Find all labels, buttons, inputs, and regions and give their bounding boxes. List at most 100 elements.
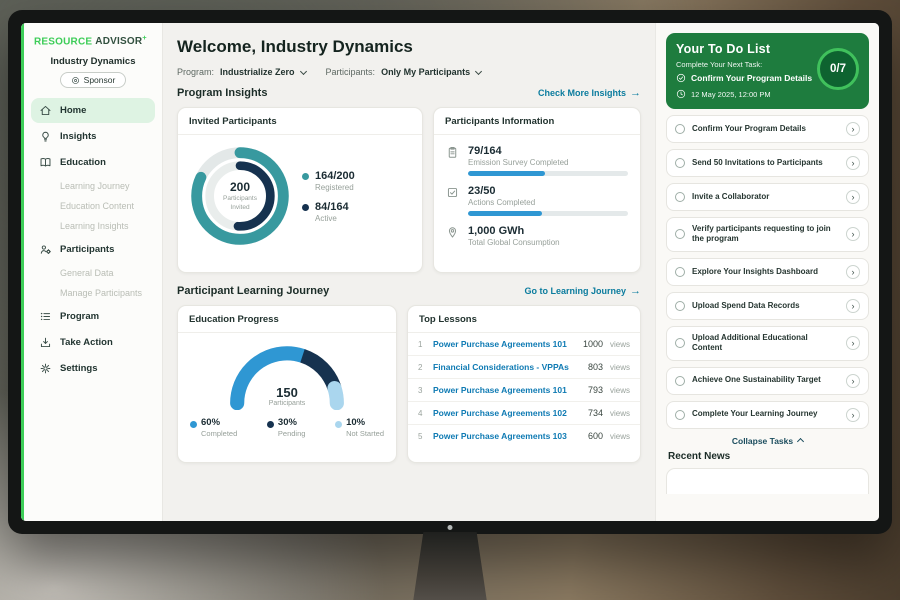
task-checkbox[interactable] bbox=[675, 192, 685, 202]
chevron-right-icon[interactable]: › bbox=[846, 227, 860, 241]
card-title: Top Lessons bbox=[408, 306, 640, 333]
lesson-views-label: views bbox=[610, 340, 630, 349]
section-title-learning-journey: Participant Learning Journey bbox=[177, 285, 329, 297]
progress-fill bbox=[468, 211, 542, 216]
task-item-upload-spend-data[interactable]: Upload Spend Data Records › bbox=[666, 292, 869, 320]
task-item-upload-educational-content[interactable]: Upload Additional Educational Content › bbox=[666, 326, 869, 361]
sidebar-item-general-data[interactable]: General Data bbox=[31, 263, 155, 283]
task-checkbox[interactable] bbox=[675, 124, 685, 134]
chevron-right-icon[interactable]: › bbox=[846, 336, 860, 350]
sidebar-item-home[interactable]: Home bbox=[31, 98, 155, 123]
participants-select[interactable]: Only My Participants bbox=[381, 67, 481, 77]
sidebar-item-settings[interactable]: Settings bbox=[31, 356, 155, 381]
gauge-center-label: Participants bbox=[222, 400, 352, 407]
arrow-right-icon: → bbox=[630, 285, 641, 297]
card-title: Education Progress bbox=[178, 306, 396, 333]
download-tray-icon bbox=[39, 336, 52, 349]
sidebar-item-take-action[interactable]: Take Action bbox=[31, 330, 155, 355]
legend-dot-registered bbox=[302, 173, 309, 180]
program-insights-cards: Invited Participants 200 Partic bbox=[177, 107, 641, 273]
learning-journey-cards: Education Progress 150 Participants bbox=[177, 305, 641, 463]
registered-label: Registered bbox=[315, 183, 355, 192]
progress-track bbox=[468, 171, 628, 176]
sidebar-item-manage-participants[interactable]: Manage Participants bbox=[31, 283, 155, 303]
survey-icon bbox=[446, 145, 459, 176]
chevron-right-icon[interactable]: › bbox=[846, 265, 860, 279]
sidebar-item-program[interactable]: Program bbox=[31, 304, 155, 329]
logo-advisor: ADVISOR bbox=[95, 36, 142, 47]
legend-value: 60% bbox=[201, 417, 220, 428]
lesson-rank: 4 bbox=[418, 409, 426, 418]
participants-information-card: Participants Information 79/164 Emission… bbox=[433, 107, 641, 273]
gauge-legend: 60% Completed 30% Pending 10% Not Starte… bbox=[178, 410, 396, 438]
lesson-link[interactable]: Power Purchase Agreements 102 bbox=[433, 408, 581, 418]
chevron-right-icon[interactable]: › bbox=[846, 156, 860, 170]
sponsor-badge[interactable]: Sponsor bbox=[60, 72, 127, 88]
sidebar-item-label: Program bbox=[60, 311, 99, 322]
task-label: Verify participants requesting to join t… bbox=[692, 224, 839, 245]
card-title: Invited Participants bbox=[178, 108, 422, 135]
lessons-list: 1 Power Purchase Agreements 101 1000 vie… bbox=[408, 333, 640, 447]
go-to-learning-journey-link[interactable]: Go to Learning Journey → bbox=[524, 285, 641, 297]
sidebar-item-education[interactable]: Education bbox=[31, 150, 155, 175]
link-label: Go to Learning Journey bbox=[524, 286, 626, 296]
sidebar-item-education-content[interactable]: Education Content bbox=[31, 196, 155, 216]
program-filter-label: Program: bbox=[177, 67, 214, 77]
check-more-insights-link[interactable]: Check More Insights → bbox=[538, 87, 641, 99]
sidebar-item-participants[interactable]: Participants bbox=[31, 237, 155, 262]
program-select[interactable]: Industrialize Zero bbox=[220, 67, 306, 77]
task-item-invite-collaborator[interactable]: Invite a Collaborator › bbox=[666, 183, 869, 211]
task-item-send-invitations[interactable]: Send 50 Invitations to Participants › bbox=[666, 149, 869, 177]
lesson-views-label: views bbox=[610, 432, 630, 441]
chevron-right-icon[interactable]: › bbox=[846, 299, 860, 313]
lesson-link[interactable]: Power Purchase Agreements 101 bbox=[433, 339, 576, 349]
task-item-achieve-target[interactable]: Achieve One Sustainability Target › bbox=[666, 367, 869, 395]
lesson-row: 2 Financial Considerations - VPPAs 803 v… bbox=[408, 356, 640, 379]
logo-plus: + bbox=[142, 33, 147, 42]
app-logo: RESOURCEADVISOR+ bbox=[31, 33, 155, 47]
recent-news-card bbox=[666, 468, 869, 494]
sidebar-item-insights[interactable]: Insights bbox=[31, 124, 155, 149]
sidebar-item-learning-journey[interactable]: Learning Journey bbox=[31, 176, 155, 196]
legend-not-started: 10% Not Started bbox=[335, 417, 384, 438]
chevron-right-icon[interactable]: › bbox=[846, 408, 860, 422]
task-checkbox[interactable] bbox=[675, 338, 685, 348]
task-label: Achieve One Sustainability Target bbox=[692, 375, 839, 385]
sidebar-item-label: Insights bbox=[60, 131, 96, 142]
participants-filter-label: Participants: bbox=[326, 67, 376, 77]
chevron-right-icon[interactable]: › bbox=[846, 122, 860, 136]
task-checkbox[interactable] bbox=[675, 376, 685, 386]
task-item-verify-participants[interactable]: Verify participants requesting to join t… bbox=[666, 217, 869, 252]
task-checkbox[interactable] bbox=[675, 267, 685, 277]
todo-next-task-label: Confirm Your Program Details bbox=[691, 73, 812, 83]
location-pin-icon bbox=[446, 225, 459, 251]
task-checkbox[interactable] bbox=[675, 301, 685, 311]
donut-center-value: 200 bbox=[230, 180, 250, 194]
sidebar-item-learning-insights[interactable]: Learning Insights bbox=[31, 216, 155, 236]
task-checkbox[interactable] bbox=[675, 410, 685, 420]
list-icon bbox=[39, 310, 52, 323]
education-progress-card: Education Progress 150 Participants bbox=[177, 305, 397, 463]
task-item-explore-insights[interactable]: Explore Your Insights Dashboard › bbox=[666, 258, 869, 286]
lesson-link[interactable]: Power Purchase Agreements 101 bbox=[433, 385, 581, 395]
collapse-tasks-link[interactable]: Collapse Tasks bbox=[666, 436, 869, 446]
todo-progress-value: 0/7 bbox=[830, 63, 846, 75]
chevron-right-icon[interactable]: › bbox=[846, 190, 860, 204]
filters-bar: Program: Industrialize Zero Participants… bbox=[177, 67, 641, 77]
bulb-icon bbox=[39, 130, 52, 143]
lesson-link[interactable]: Financial Considerations - VPPAs bbox=[433, 362, 581, 372]
chevron-right-icon[interactable]: › bbox=[846, 374, 860, 388]
task-checkbox[interactable] bbox=[675, 158, 685, 168]
task-item-complete-learning-journey[interactable]: Complete Your Learning Journey › bbox=[666, 401, 869, 429]
lesson-rank: 2 bbox=[418, 363, 426, 372]
task-checkbox[interactable] bbox=[675, 229, 685, 239]
todo-progress-ring: 0/7 bbox=[817, 48, 859, 90]
check-circle-icon bbox=[676, 73, 686, 83]
task-label: Complete Your Learning Journey bbox=[692, 409, 839, 419]
lesson-link[interactable]: Power Purchase Agreements 103 bbox=[433, 431, 581, 441]
task-item-confirm-program[interactable]: Confirm Your Program Details › bbox=[666, 115, 869, 143]
sponsor-icon bbox=[71, 76, 80, 85]
legend-completed: 60% Completed bbox=[190, 417, 237, 438]
invited-participants-card: Invited Participants 200 Partic bbox=[177, 107, 423, 273]
people-gear-icon bbox=[39, 243, 52, 256]
